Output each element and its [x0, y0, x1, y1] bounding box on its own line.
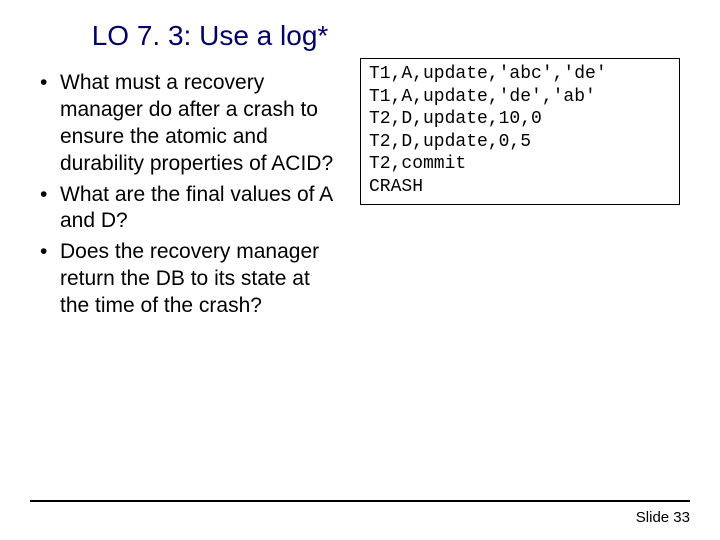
- bullet-item: What are the final values of A and D?: [38, 182, 340, 236]
- slide: LO 7. 3: Use a log* What must a recovery…: [0, 0, 720, 540]
- bullet-item: Does the recovery manager return the DB …: [38, 239, 340, 320]
- slide-number: Slide 33: [636, 509, 690, 526]
- right-column: T1,A,update,'abc','de' T1,A,update,'de',…: [360, 70, 690, 324]
- bullet-item: What must a recovery manager do after a …: [38, 70, 340, 178]
- left-column: What must a recovery manager do after a …: [30, 70, 340, 324]
- bullet-list: What must a recovery manager do after a …: [38, 70, 340, 320]
- log-box: T1,A,update,'abc','de' T1,A,update,'de',…: [360, 58, 680, 205]
- footer-divider: [30, 500, 690, 502]
- slide-title: LO 7. 3: Use a log*: [50, 20, 370, 52]
- content-area: What must a recovery manager do after a …: [30, 70, 690, 324]
